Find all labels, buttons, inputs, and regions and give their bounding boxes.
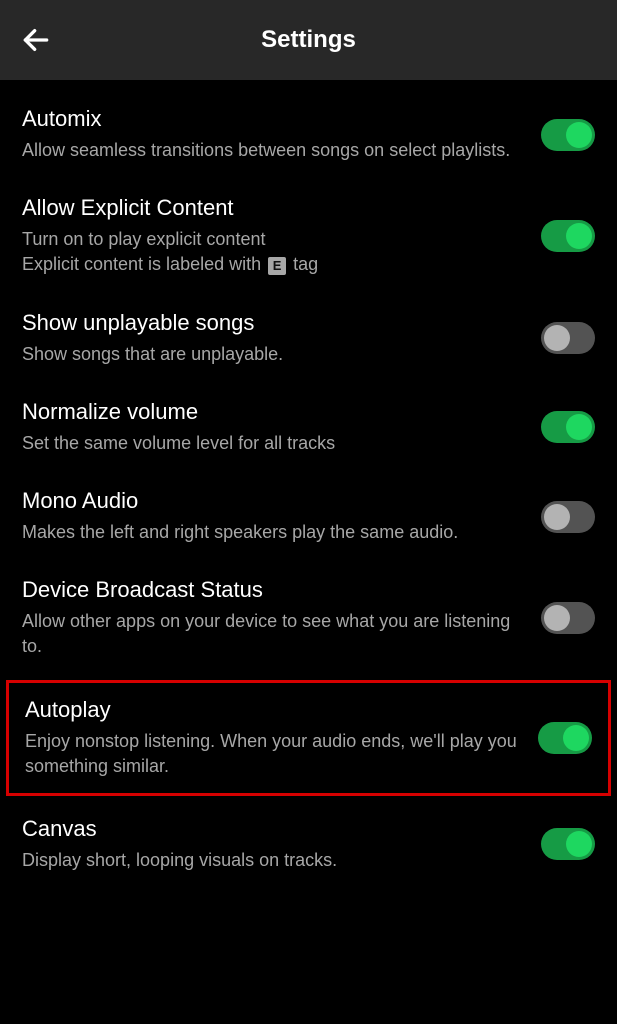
toggle-knob [544, 504, 570, 530]
setting-normalize: Normalize volume Set the same volume lev… [0, 383, 617, 472]
toggle-knob [566, 122, 592, 148]
setting-description: Turn on to play explicit content Explici… [22, 227, 529, 277]
setting-title: Normalize volume [22, 399, 529, 425]
setting-title: Automix [22, 106, 529, 132]
setting-description: Allow other apps on your device to see w… [22, 609, 529, 659]
toggle-automix[interactable] [541, 119, 595, 151]
toggle-knob [544, 605, 570, 631]
setting-autoplay: Autoplay Enjoy nonstop listening. When y… [6, 680, 611, 796]
setting-content: Allow Explicit Content Turn on to play e… [22, 195, 529, 277]
setting-title: Allow Explicit Content [22, 195, 529, 221]
toggle-knob [563, 725, 589, 751]
setting-content: Normalize volume Set the same volume lev… [22, 399, 529, 456]
toggle-knob [544, 325, 570, 351]
setting-mono: Mono Audio Makes the left and right spea… [0, 472, 617, 561]
setting-title: Mono Audio [22, 488, 529, 514]
desc-line1: Turn on to play explicit content [22, 229, 265, 249]
settings-list: Automix Allow seamless transitions betwe… [0, 80, 617, 899]
setting-description: Makes the left and right speakers play t… [22, 520, 529, 545]
toggle-autoplay[interactable] [538, 722, 592, 754]
toggle-normalize[interactable] [541, 411, 595, 443]
setting-unplayable: Show unplayable songs Show songs that ar… [0, 294, 617, 383]
setting-explicit: Allow Explicit Content Turn on to play e… [0, 179, 617, 293]
desc-line2-pre: Explicit content is labeled with [22, 254, 266, 274]
setting-broadcast: Device Broadcast Status Allow other apps… [0, 561, 617, 675]
setting-canvas: Canvas Display short, looping visuals on… [0, 800, 617, 889]
setting-content: Automix Allow seamless transitions betwe… [22, 106, 529, 163]
setting-content: Autoplay Enjoy nonstop listening. When y… [25, 697, 526, 779]
setting-content: Canvas Display short, looping visuals on… [22, 816, 529, 873]
back-arrow-icon [20, 24, 52, 56]
setting-title: Canvas [22, 816, 529, 842]
toggle-knob [566, 414, 592, 440]
setting-content: Mono Audio Makes the left and right spea… [22, 488, 529, 545]
setting-content: Device Broadcast Status Allow other apps… [22, 577, 529, 659]
toggle-knob [566, 831, 592, 857]
toggle-explicit[interactable] [541, 220, 595, 252]
setting-description: Set the same volume level for all tracks [22, 431, 529, 456]
back-button[interactable] [20, 24, 52, 56]
setting-title: Device Broadcast Status [22, 577, 529, 603]
setting-description: Enjoy nonstop listening. When your audio… [25, 729, 526, 779]
header: Settings [0, 0, 617, 80]
toggle-broadcast[interactable] [541, 602, 595, 634]
setting-description: Allow seamless transitions between songs… [22, 138, 529, 163]
toggle-mono[interactable] [541, 501, 595, 533]
explicit-badge-icon: E [268, 257, 286, 275]
setting-content: Show unplayable songs Show songs that ar… [22, 310, 529, 367]
page-title: Settings [20, 26, 597, 54]
setting-title: Show unplayable songs [22, 310, 529, 336]
setting-title: Autoplay [25, 697, 526, 723]
setting-description: Display short, looping visuals on tracks… [22, 848, 529, 873]
toggle-knob [566, 223, 592, 249]
toggle-canvas[interactable] [541, 828, 595, 860]
toggle-unplayable[interactable] [541, 322, 595, 354]
setting-description: Show songs that are unplayable. [22, 342, 529, 367]
desc-line2-post: tag [288, 254, 318, 274]
setting-automix: Automix Allow seamless transitions betwe… [0, 90, 617, 179]
